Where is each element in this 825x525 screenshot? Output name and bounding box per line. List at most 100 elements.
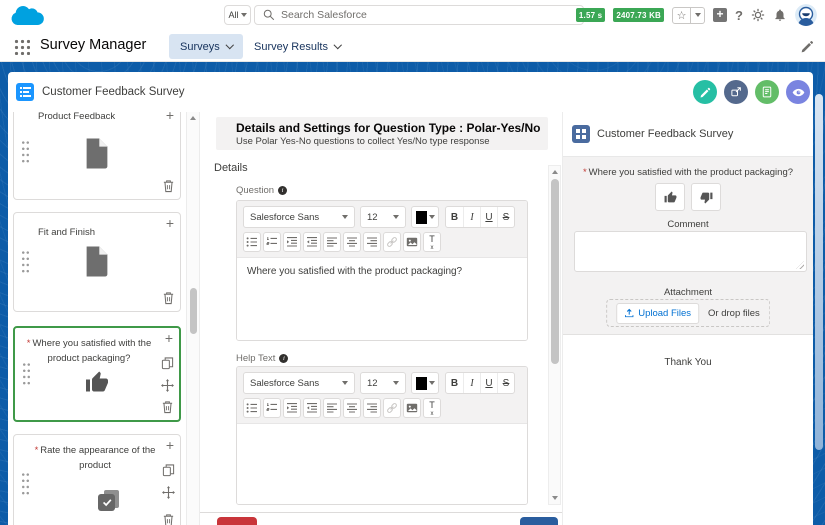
link-button[interactable] [383,232,401,252]
align-right-button[interactable] [363,398,381,418]
help-text-input[interactable] [237,424,527,504]
details-scrollbar[interactable] [548,165,561,505]
search-input[interactable] [281,9,575,21]
text-color-button[interactable] [411,372,439,394]
align-right-button[interactable] [363,232,381,252]
app-launcher-icon[interactable] [13,38,30,55]
add-question-icon[interactable]: + [165,331,173,345]
info-icon[interactable]: i [278,186,288,195]
help-icon[interactable]: ? [735,8,743,23]
bullet-list-button[interactable] [243,232,261,252]
outdent-button[interactable] [303,232,321,252]
bold-button[interactable]: B [446,373,463,393]
drag-handle[interactable] [21,249,30,275]
favorites-control[interactable]: ☆ [672,6,706,24]
search-scope-select[interactable]: All [224,5,251,25]
quick-create-icon[interactable]: + [713,8,728,22]
numbered-list-button[interactable] [263,398,281,418]
file-drop-zone[interactable]: Upload Files Or drop files [606,299,770,327]
resize-handle-icon[interactable] [796,261,804,269]
tab-surveys-label: Surveys [180,40,220,53]
link-button[interactable] [383,398,401,418]
global-search-box[interactable] [254,5,584,25]
favorites-dropdown[interactable] [691,6,706,24]
thumbs-up-button[interactable] [655,183,685,211]
question-list-scrollbar[interactable] [186,112,200,525]
scrollbar-thumb[interactable] [551,179,559,364]
survey-form-button[interactable] [755,80,779,104]
clear-format-button[interactable]: Tx [423,398,441,418]
page-scrollbar-thumb[interactable] [815,94,823,450]
duplicate-question-icon[interactable] [161,463,175,477]
delete-page-icon[interactable] [161,179,175,193]
add-question-icon[interactable]: + [166,438,174,452]
edit-survey-button[interactable] [693,80,717,104]
delete-question-icon[interactable] [161,513,175,525]
chevron-down-icon [342,215,348,219]
question-card-rate-appearance[interactable]: * Rate the appearance of the product + [13,434,181,525]
upload-files-button[interactable]: Upload Files [616,302,700,324]
move-question-icon[interactable] [160,378,174,392]
indent-button[interactable] [283,398,301,418]
move-question-icon[interactable] [161,485,175,499]
bullet-list-button[interactable] [243,398,261,418]
align-left-button[interactable] [323,398,341,418]
bold-button[interactable]: B [446,207,463,227]
clear-format-button[interactable]: Tx [423,232,441,252]
scroll-up-icon[interactable] [552,170,558,174]
font-select[interactable]: Salesforce Sans [243,372,355,394]
strikethrough-button[interactable]: S [497,207,514,227]
align-center-button[interactable] [343,232,361,252]
image-button[interactable] [403,398,421,418]
underline-button[interactable]: U [480,207,497,227]
scroll-down-icon[interactable] [552,496,558,500]
outdent-button[interactable] [303,398,321,418]
builder-actions [693,80,810,104]
duplicate-question-icon[interactable] [160,356,174,370]
font-size-select[interactable]: 12 [360,206,406,228]
share-survey-button[interactable] [724,80,748,104]
text-color-button[interactable] [411,206,439,228]
setup-gear-icon[interactable] [751,8,765,22]
scrollbar-thumb[interactable] [189,288,197,334]
align-left-button[interactable] [323,232,341,252]
italic-button[interactable]: I [463,207,480,227]
question-input[interactable]: Where you satisfied with the product pac… [237,258,527,340]
salesforce-logo[interactable] [9,2,47,28]
app-name: Survey Manager [40,37,147,53]
eye-icon [792,88,804,96]
add-question-icon[interactable]: + [166,216,174,230]
delete-question-icon[interactable] [160,400,174,414]
edit-nav-pencil-icon[interactable] [801,40,814,58]
star-icon[interactable]: ☆ [672,6,692,24]
tab-survey-results[interactable]: Survey Results [243,34,351,59]
align-center-button[interactable] [343,398,361,418]
font-select[interactable]: Salesforce Sans [243,206,355,228]
comment-textarea[interactable] [574,231,807,272]
page-card-product-feedback[interactable]: Product Feedback + [13,112,181,200]
drag-handle[interactable] [21,471,30,497]
drag-handle[interactable] [21,139,30,165]
page-card-title: Product Feedback [38,112,116,122]
scroll-up-icon[interactable] [190,116,196,120]
drag-handle[interactable] [22,361,31,387]
strikethrough-button[interactable]: S [497,373,514,393]
preview-survey-button[interactable] [786,80,810,104]
done-button[interactable] [520,517,558,525]
notifications-bell-icon[interactable] [773,8,787,22]
info-icon[interactable]: i [279,354,289,363]
question-card-selected[interactable]: * Where you satisfied with the product pa… [13,326,181,422]
numbered-list-button[interactable] [263,232,281,252]
font-size-select[interactable]: 12 [360,372,406,394]
italic-button[interactable]: I [463,373,480,393]
delete-question-button[interactable] [217,517,257,525]
thumbs-down-button[interactable] [691,183,721,211]
indent-button[interactable] [283,232,301,252]
image-button[interactable] [403,232,421,252]
add-question-icon[interactable]: + [166,112,174,122]
underline-button[interactable]: U [480,373,497,393]
tab-surveys[interactable]: Surveys [169,34,244,59]
user-avatar[interactable] [795,4,817,26]
delete-page-icon[interactable] [161,291,175,305]
page-card-fit-and-finish[interactable]: Fit and Finish + [13,212,181,312]
